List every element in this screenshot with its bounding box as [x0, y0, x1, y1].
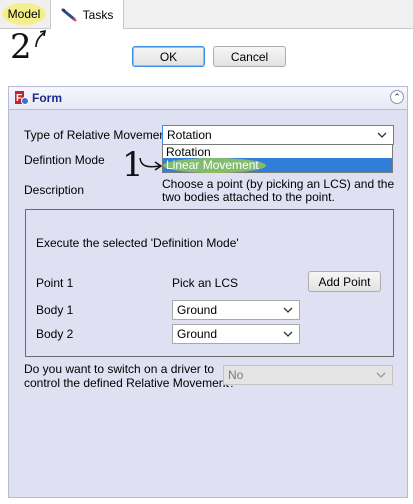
tab-model-label: Model [7, 7, 41, 21]
freecad-form-icon: F [15, 91, 29, 105]
chevron-down-icon [283, 331, 293, 337]
svg-text:F: F [16, 93, 22, 104]
body2-value: Ground [177, 327, 218, 341]
form-panel-header [8, 86, 408, 110]
annotation-step-2: 2 [10, 27, 32, 67]
chevron-down-icon [376, 372, 386, 378]
collapse-icon[interactable]: ⌃ [390, 90, 404, 104]
body1-select[interactable]: Ground [172, 300, 300, 320]
annotation-arrow-1 [139, 157, 163, 171]
driver-value: No [228, 368, 244, 382]
add-point-button[interactable]: Add Point [308, 271, 381, 292]
ok-button[interactable]: OK [132, 46, 205, 67]
relative-movement-select[interactable]: Rotation [162, 125, 394, 145]
point1-hint: Pick an LCS [172, 276, 239, 290]
tab-tasks[interactable]: Tasks [50, 0, 124, 29]
chevron-down-icon [283, 307, 293, 313]
cancel-button[interactable]: Cancel [213, 46, 286, 67]
description-label: Description [24, 183, 85, 197]
relative-movement-label: Type of Relative Movement [24, 128, 170, 142]
body1-value: Ground [177, 303, 218, 317]
chevron-down-icon [377, 132, 387, 138]
driver-question-line1: Do you want to switch on a driver to [24, 362, 215, 376]
annotation-arrow-2 [35, 29, 47, 48]
driver-select: No [223, 365, 393, 385]
definition-mode-label: Defintion Mode [24, 153, 105, 167]
body2-label: Body 2 [36, 327, 74, 341]
execute-text: Execute the selected 'Definition Mode' [36, 236, 239, 250]
tab-tasks-label: Tasks [82, 7, 114, 22]
option-linear-movement-label: Linear Movement [166, 158, 259, 172]
wrench-pencil-icon [61, 8, 77, 22]
body2-select[interactable]: Ground [172, 324, 300, 344]
driver-question-line2: control the defined Relative Movement? [24, 376, 236, 390]
tab-model[interactable]: Model [0, 0, 48, 28]
description-text-line1: Choose a point (by picking an LCS) and t… [162, 177, 395, 191]
point1-label: Point 1 [36, 276, 74, 290]
description-text-line2: two bodies attached to the point. [162, 190, 335, 204]
option-rotation[interactable]: Rotation [163, 145, 392, 159]
relative-movement-value: Rotation [167, 128, 212, 142]
body1-label: Body 1 [36, 303, 74, 317]
panel-title: Form [32, 91, 62, 105]
